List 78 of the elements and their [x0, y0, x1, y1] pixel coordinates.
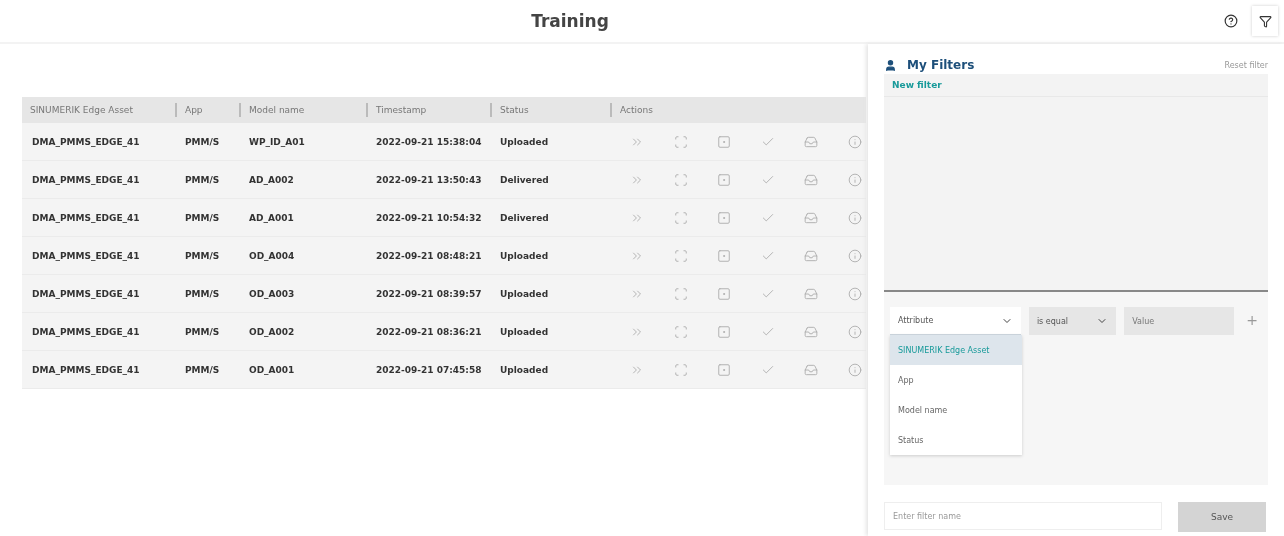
dropdown-option[interactable]: Status — [890, 425, 1022, 455]
table-cell-text: 2022-09-21 07:45:58 — [375, 364, 483, 375]
panel-title: My Filters — [907, 58, 975, 72]
column-header[interactable]: App — [175, 103, 239, 117]
inbox-icon[interactable] — [804, 210, 819, 225]
table-cell-text: 2022-09-21 08:48:21 — [375, 250, 483, 261]
table-cell-text: 2022-09-21 08:36:21 — [375, 326, 483, 337]
dropdown-option[interactable]: App — [890, 365, 1022, 395]
table-cell-text: PMM/S — [184, 212, 221, 223]
table-cell-text: OD_A001 — [248, 364, 296, 375]
table-cell-text: 2022-09-21 13:50:43 — [375, 174, 483, 185]
info-icon[interactable] — [847, 248, 862, 263]
scan-icon[interactable] — [673, 248, 688, 263]
table-cell-text: PMM/S — [184, 136, 221, 147]
table-cell-text: DMA_PMMS_EDGE_41 — [31, 174, 141, 185]
attribute-dropdown[interactable]: Attribute — [890, 307, 1021, 335]
column-header[interactable]: SINUMERIK Edge Asset — [22, 103, 175, 117]
info-icon[interactable] — [847, 324, 862, 339]
column-header[interactable]: Timestamp — [366, 103, 490, 117]
inbox-icon[interactable] — [804, 172, 819, 187]
add-button[interactable]: + — [1242, 307, 1262, 333]
table-cell-text: Uploaded — [499, 364, 550, 375]
table-cell-text: DMA_PMMS_EDGE_41 — [31, 326, 141, 337]
table-cell-text: OD_A004 — [248, 250, 296, 261]
dropdown-option[interactable]: SINUMERIK Edge Asset — [890, 335, 1022, 365]
table-cell-text: OD_A002 — [248, 326, 296, 337]
info-icon[interactable] — [847, 362, 862, 377]
save-button[interactable]: Save — [1178, 502, 1266, 532]
table-cell-text: OD_A003 — [248, 288, 296, 299]
table-cell-text: WP_ID_A01 — [248, 136, 306, 147]
table-cell-text: PMM/S — [184, 288, 221, 299]
reset-filter-link[interactable]: Reset filter — [1224, 60, 1268, 70]
table-cell-text: PMM/S — [184, 326, 221, 337]
info-icon[interactable] — [847, 286, 862, 301]
scan-icon[interactable] — [673, 172, 688, 187]
value-field[interactable]: Value — [1124, 307, 1235, 335]
table-cell-text: DMA_PMMS_EDGE_41 — [31, 364, 141, 375]
scan-icon[interactable] — [673, 286, 688, 301]
filter-name-field[interactable]: Enter filter name — [884, 502, 1162, 530]
table-cell-text: PMM/S — [184, 174, 221, 185]
table-cell-text: Delivered — [499, 212, 550, 223]
user-icon — [884, 58, 897, 72]
dropdown-option[interactable]: Model name — [890, 395, 1022, 425]
table-cell-text: Uploaded — [499, 288, 550, 299]
table-cell-text: DMA_PMMS_EDGE_41 — [31, 136, 141, 147]
new-filter-link[interactable]: New filter — [884, 74, 1268, 97]
filter-icon[interactable] — [1252, 6, 1278, 36]
table-cell-text: Delivered — [499, 174, 550, 185]
info-icon[interactable] — [847, 134, 862, 149]
inbox-icon[interactable] — [804, 286, 819, 301]
table-cell-text: AD_A001 — [248, 212, 295, 223]
scan-icon[interactable] — [673, 362, 688, 377]
inbox-icon[interactable] — [804, 248, 819, 263]
table-cell-text: 2022-09-21 08:39:57 — [375, 288, 483, 299]
operator-dropdown[interactable]: is equal — [1028, 307, 1117, 335]
info-icon[interactable] — [847, 172, 862, 187]
table-cell-text: DMA_PMMS_EDGE_41 — [31, 250, 141, 261]
table-cell-text: Uploaded — [499, 136, 550, 147]
table-cell-text: AD_A002 — [248, 174, 295, 185]
table-cell-text: Uploaded — [499, 250, 550, 261]
table-cell-text: Uploaded — [499, 326, 550, 337]
page-title: Training — [530, 11, 610, 31]
inbox-icon[interactable] — [804, 362, 819, 377]
inbox-icon[interactable] — [804, 134, 819, 149]
table-cell-text: DMA_PMMS_EDGE_41 — [31, 288, 141, 299]
table-cell-text: 2022-09-21 10:54:32 — [375, 212, 483, 223]
scan-icon[interactable] — [673, 210, 688, 225]
scan-icon[interactable] — [673, 324, 688, 339]
inbox-icon[interactable] — [804, 324, 819, 339]
column-header[interactable]: Status — [490, 103, 610, 117]
table-cell-text: PMM/S — [184, 364, 221, 375]
table-cell-text: DMA_PMMS_EDGE_41 — [31, 212, 141, 223]
scan-icon[interactable] — [673, 134, 688, 149]
column-header[interactable]: Model name — [239, 103, 366, 117]
table-cell-text: PMM/S — [184, 250, 221, 261]
column-header[interactable]: Actions — [610, 103, 866, 117]
table-cell-text: 2022-09-21 15:38:04 — [375, 136, 483, 147]
info-icon[interactable] — [847, 210, 862, 225]
